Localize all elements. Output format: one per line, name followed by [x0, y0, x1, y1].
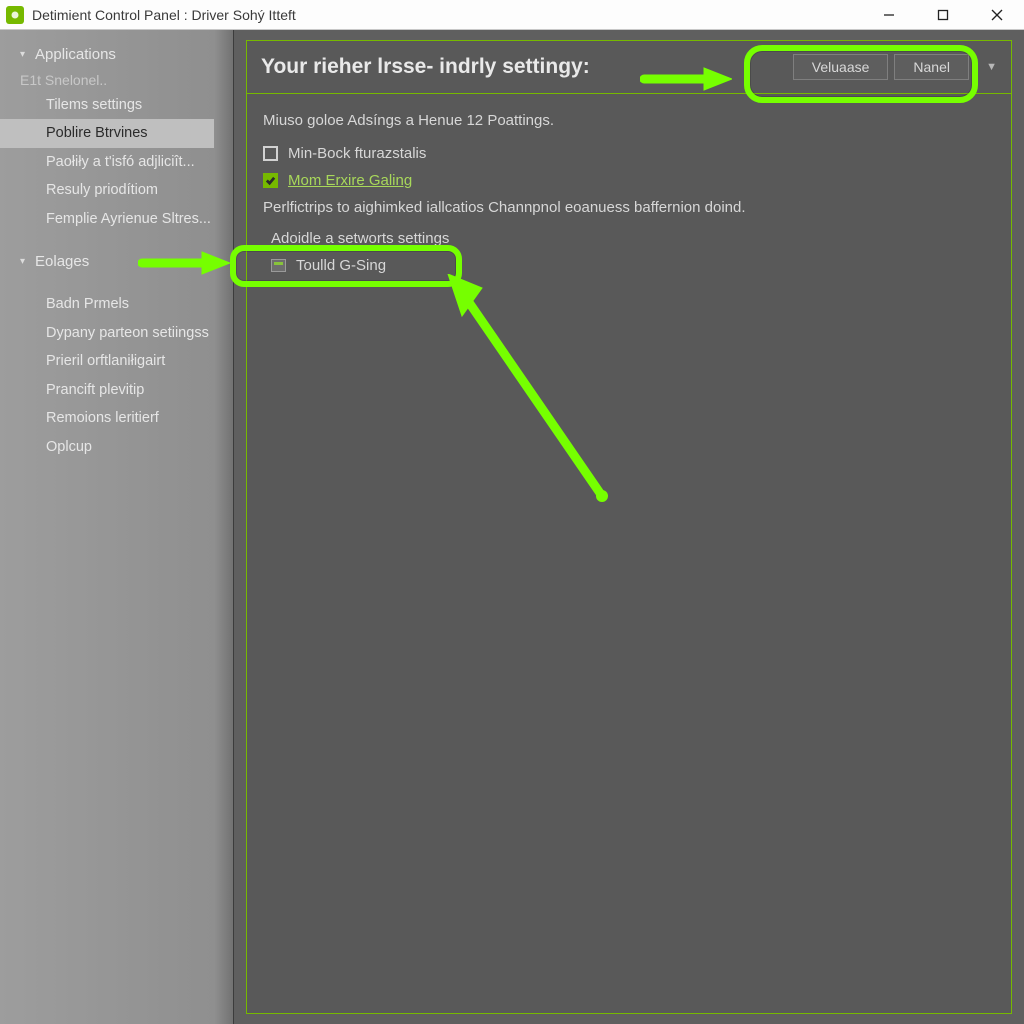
sidebar-item[interactable]: Prieril orftlaniłigairt [0, 347, 214, 375]
chevron-down-icon: ▾ [20, 256, 25, 267]
sidebar-item[interactable]: Oplcup [0, 433, 214, 461]
sidebar-item-selected[interactable]: Poblire Btrvines [0, 119, 214, 147]
chevron-down-icon: ▾ [20, 49, 25, 60]
apply-button[interactable]: Nanel [894, 54, 969, 80]
sidebar-subheader[interactable]: E1t Snelonel.. [0, 69, 233, 91]
sidebar-item[interactable]: Dypany parteon setiingss [0, 319, 214, 347]
app-logo-icon [6, 6, 24, 24]
sidebar-section-label: Applications [35, 46, 116, 63]
chevron-down-icon[interactable]: ▼ [986, 61, 997, 73]
window-title: Detimient Control Panel : Driver Sohý It… [32, 7, 862, 23]
feature-row[interactable]: Toulld G-Sing [271, 257, 999, 274]
window-body: ▾ Applications E1t Snelonel.. Tilems set… [0, 30, 1024, 1024]
titlebar: Detimient Control Panel : Driver Sohý It… [0, 0, 1024, 30]
header-button-group: Veluaase Nanel [793, 54, 969, 80]
panel-title: Your rieher lrsse- indrly settingy: [261, 55, 590, 79]
sidebar: ▾ Applications E1t Snelonel.. Tilems set… [0, 30, 234, 1024]
checkbox-unchecked-icon[interactable] [263, 146, 278, 161]
checkbox-checked-icon[interactable] [263, 173, 278, 188]
panel-description: Miuso goloe Adsíngs a Henue 12 Poattings… [263, 112, 999, 129]
restore-button[interactable]: Veluaase [793, 54, 889, 80]
feature-label: Toulld G-Sing [296, 257, 386, 274]
main-panel: Your rieher lrsse- indrly settingy: Velu… [234, 30, 1024, 1024]
panel-body: Miuso goloe Adsíngs a Henue 12 Poattings… [246, 94, 1012, 1014]
sidebar-section-label: Eolages [35, 253, 89, 270]
checkbox-label: Min-Bock fturazstalis [288, 145, 426, 162]
app-window: Detimient Control Panel : Driver Sohý It… [0, 0, 1024, 1024]
panel-header: Your rieher lrsse- indrly settingy: Velu… [246, 40, 1012, 94]
sidebar-item[interactable]: Badn Prmels [0, 290, 214, 318]
sidebar-item[interactable]: Tilems settings [0, 91, 214, 119]
checkbox-hint: Perlfictrips to aighimked iallcatios Cha… [263, 199, 999, 216]
sidebar-item[interactable]: Paołiły a t'isfó adjliciît... [0, 148, 214, 176]
checkbox-row[interactable]: Min-Bock fturazstalis [263, 145, 999, 162]
sidebar-section-display[interactable]: ▾ Eolages [0, 247, 233, 276]
minimize-button[interactable] [862, 0, 916, 29]
checkbox-label-link[interactable]: Mom Erxire Galing [288, 172, 412, 189]
checkbox-row[interactable]: Mom Erxire Galing [263, 172, 999, 189]
sidebar-section-applications[interactable]: ▾ Applications [0, 40, 233, 69]
close-button[interactable] [970, 0, 1024, 29]
window-controls [862, 0, 1024, 29]
sidebar-item[interactable]: Remoions leritierf [0, 404, 214, 432]
maximize-button[interactable] [916, 0, 970, 29]
sidebar-item[interactable]: Resuly priodítiom [0, 176, 214, 204]
monitor-icon [271, 259, 286, 272]
sidebar-item[interactable]: Femplie Ayrienue Sltres... [0, 205, 214, 233]
settings-sublink[interactable]: Adoidle a setworts settings [271, 230, 999, 247]
sidebar-item[interactable]: Prancift plevitip [0, 376, 214, 404]
